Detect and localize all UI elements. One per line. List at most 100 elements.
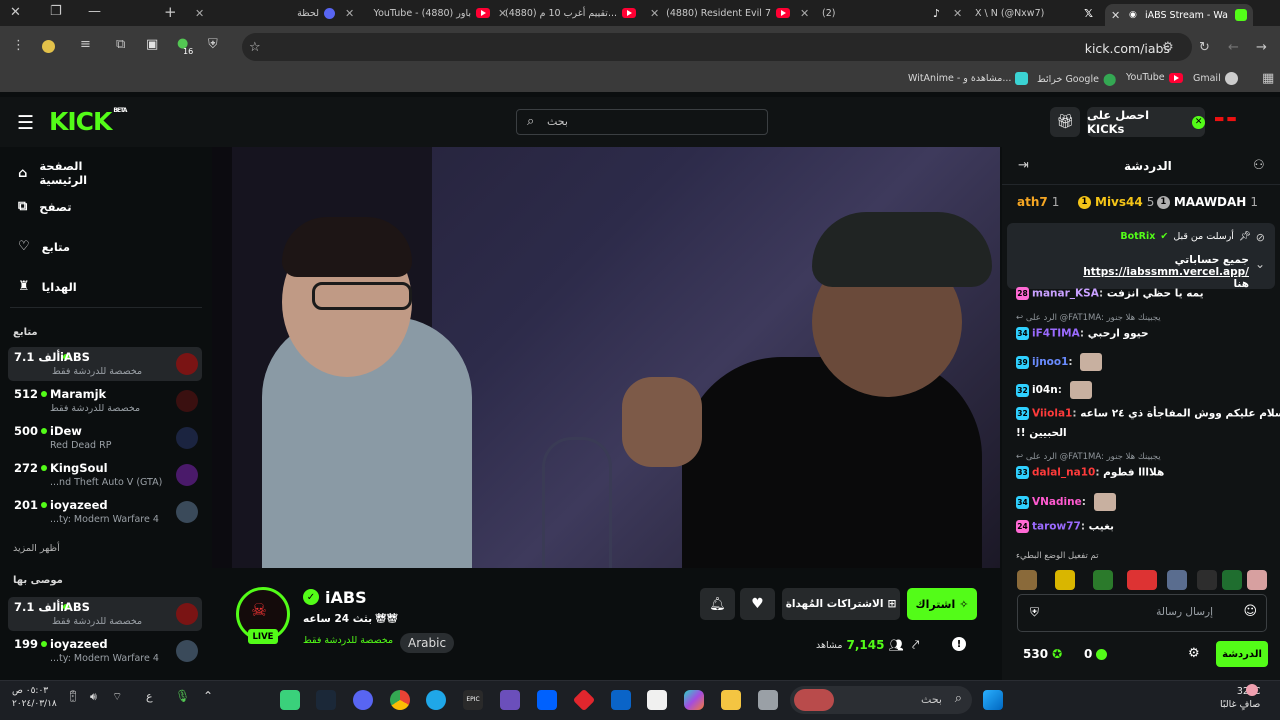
store-icon[interactable] [647,690,667,710]
emote[interactable] [1222,570,1242,590]
nav-browse[interactable]: تصفح ⧉ [18,199,122,214]
sidebar-channel[interactable]: 272 KingSoul ...nd Theft Auto V (GTA) [8,458,202,492]
volume-icon[interactable]: 🔊︎ [90,690,97,704]
close-window-icon[interactable]: ✕ [10,5,21,20]
notification-badge-icon[interactable] [1246,684,1258,696]
chat-message[interactable]: 24 tarow77: بغيب [1016,520,1268,533]
emote[interactable] [1055,570,1075,590]
bookmark-youtube[interactable]: YouTube [1126,72,1183,83]
chat-username[interactable]: iF4TIMA [1032,328,1080,340]
chat-username[interactable]: tarow77 [1032,521,1081,533]
leaderboard-entry[interactable]: 1 Mivs44 5 [1078,195,1154,209]
sidebar-channel[interactable]: 512 Maramjk مخصصة للدردشة فقط [8,384,202,418]
nav-following[interactable]: متابع ♡ [18,239,122,254]
file-explorer-icon[interactable] [721,690,741,710]
share-icon[interactable]: ⤤ [912,638,919,653]
profile-avatar[interactable] [42,40,55,53]
browser-tab[interactable]: ✕ YouTube - باور (4880) [345,4,490,22]
browser-tab[interactable]: ✕ (4880) Resident Evil 7 [650,4,790,22]
subscribe-button[interactable]: اشتراك ✧ [907,588,977,620]
chat-message[interactable]: 34 iF4TIMA: حيوو ارحبي [1016,327,1268,340]
reload-icon[interactable]: ↻ [1199,40,1210,55]
chat-users-icon[interactable]: ⚇ [1253,158,1265,173]
forward-icon[interactable]: ← [1228,40,1239,55]
gift-button[interactable]: 🎁︎ [1050,107,1080,137]
hamburger-menu-icon[interactable]: ☰ [17,112,34,134]
language-tag[interactable]: Arabic [400,633,455,653]
battery-icon[interactable]: 🔋︎ [66,690,80,703]
emote[interactable] [1017,570,1037,590]
app-icon[interactable] [500,690,520,710]
omnibox[interactable] [242,33,1192,61]
chat-message[interactable]: 32 Viiola1: السلام عليكم ووش المفاجأة ذي … [1016,407,1280,420]
pinned-link[interactable]: https://iabssmm.vercel.app/ [1083,266,1249,278]
chat-message[interactable]: 33 dalal_na10: هلاااا فطوم [1016,466,1268,479]
taskbar-search[interactable]: بحث ⌕ [790,686,972,714]
pinned-message[interactable]: ⊘ BotRix ✔ أرسلت من قبل 📌︎ جميع حساباتي … [1007,223,1275,290]
discord-icon[interactable] [353,690,373,710]
site-settings-icon[interactable]: ⚙ [1162,40,1174,55]
mail-icon[interactable] [611,690,631,710]
collapse-chat-icon[interactable]: ⇥ [1018,158,1029,173]
restore-window-icon[interactable]: ❐ [50,4,62,19]
chat-username[interactable]: dalal_na10 [1032,467,1095,479]
gifted-subs-button[interactable]: الاشتراكات المُهداة ⊞ [782,588,900,620]
chat-message[interactable]: 34 VNadine: [1016,493,1268,511]
category-link[interactable]: مخصصة للدردشة فقط [303,635,393,646]
kicks-balance[interactable]: 0 [1084,647,1108,661]
chat-message[interactable]: 32 i04n: [1016,381,1268,399]
close-tab-icon[interactable]: ✕ [345,7,354,20]
sidebar-channel[interactable]: 7.1 ألف iABS مخصصة للدردشة فقط [8,597,202,631]
browser-tab[interactable]: ✕ لحظة [195,4,335,22]
reading-list-icon[interactable]: ≡ [80,37,91,52]
chat-username[interactable]: Viiola1 [1032,408,1072,420]
all-bookmarks-icon[interactable]: ▦ [1262,71,1274,86]
chat-settings-icon[interactable]: ⚙ [1188,646,1200,661]
dropbox-icon[interactable] [537,690,557,710]
epic-games-icon[interactable]: EPIC [463,690,483,710]
chat-username[interactable]: i04n [1032,384,1058,396]
chat-username[interactable]: manar_KSA [1032,288,1099,300]
bookmark-maps[interactable]: خرائط Google ⬤ [1037,72,1116,86]
search-input[interactable]: ⌕ بحث [516,109,768,135]
channel-name[interactable]: iABS [325,588,367,607]
chevron-up-icon[interactable]: ⌃ [203,689,213,703]
close-tab-icon[interactable]: ✕ [1111,9,1120,22]
language-indicator[interactable]: ع [146,690,153,703]
steam-icon[interactable] [316,690,336,710]
windows-start-icon[interactable] [983,690,1003,710]
system-clock[interactable]: ٠٥:٠٣ ص ٢٠٢٤/٠٣/١٨ [12,685,57,711]
get-kicks-button[interactable]: احصل على KICKs ✕ [1087,107,1205,137]
menu-dots-icon[interactable]: ⋮ [12,38,25,53]
video-player[interactable] [212,147,1000,568]
hide-pin-icon[interactable]: ⊘ [1256,231,1265,244]
chat-send-button[interactable]: الدردشة [1216,641,1268,667]
task-view-icon[interactable] [758,690,778,710]
chevron-down-icon[interactable]: ⌄ [1255,257,1265,271]
nav-gifts[interactable]: الهدايا ♜ [18,279,122,294]
chat-input[interactable]: ⛨ إرسال رسالة ☺ [1017,594,1267,632]
wifi-icon[interactable]: ⌔ [112,690,122,704]
bookmark-gmail[interactable]: Gmail [1193,72,1238,85]
shield-icon[interactable]: ⛨ [208,37,218,52]
channel-points[interactable]: 530 ✪ [1023,647,1062,661]
copilot-icon[interactable] [684,690,704,710]
show-more-link[interactable]: أظهر المزيد [13,543,60,554]
emoji-icon[interactable]: ☺ [1243,604,1257,619]
chat-message[interactable]: 39 ijnoo1: [1016,353,1268,371]
emote[interactable] [1167,570,1187,590]
leaderboard-entry[interactable]: 1 MAAWDAH 1 [1156,195,1258,209]
user-avatar[interactable]: ▬▬ [1214,112,1248,132]
extensions-icon[interactable]: ⧉ [116,37,125,52]
microphone-icon[interactable]: 🎙︎ [175,689,190,703]
kick-logo[interactable]: KICK BETA [49,107,127,136]
sidebar-channel[interactable]: 500 iDew Red Dead RP [8,421,202,455]
new-tab-icon[interactable]: + [164,3,177,21]
emote[interactable] [1093,570,1113,590]
emote[interactable] [1247,570,1267,590]
chrome-icon[interactable] [390,690,410,710]
nav-home[interactable]: الصفحة الرئيسية ⌂ [18,159,122,187]
minimize-window-icon[interactable]: — [88,4,101,19]
emote[interactable] [1127,570,1157,590]
close-tab-icon[interactable]: ✕ [195,7,204,20]
